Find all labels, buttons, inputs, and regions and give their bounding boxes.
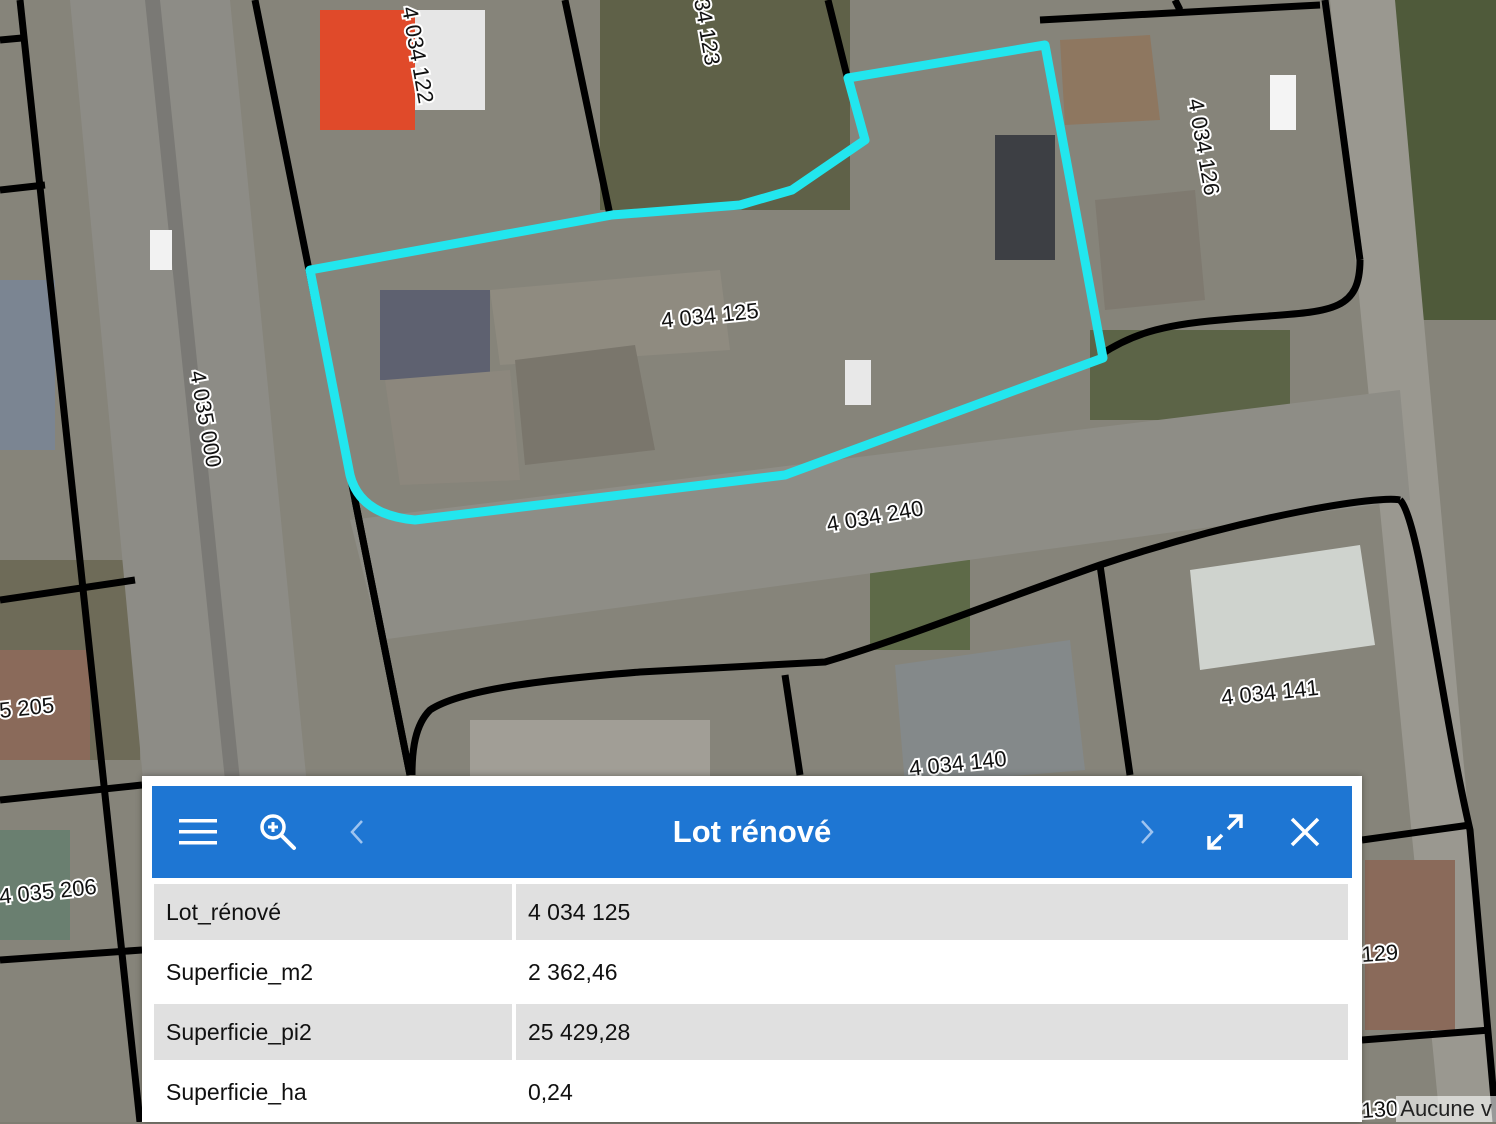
attribute-name: Superficie_ha [154, 1064, 516, 1120]
popup-header: Lot rénové [152, 786, 1352, 878]
table-row: Superficie_pi2 25 429,28 [154, 1004, 1348, 1060]
lot-label: 129 [1361, 939, 1399, 967]
chevron-left-icon [350, 820, 363, 844]
menu-button[interactable] [172, 786, 224, 878]
vehicle [845, 360, 871, 405]
close-icon [1290, 817, 1320, 847]
attribute-name: Lot_rénové [154, 884, 516, 940]
building [470, 720, 710, 780]
zoom-in-icon [260, 814, 296, 850]
zoom-to-button[interactable] [250, 786, 306, 878]
attribute-value: 0,24 [528, 1078, 573, 1105]
map-attribution: Aucune v [1396, 1096, 1496, 1122]
feature-popup: Lot rénové Lot_rénové 4 034 125 Superfic… [142, 776, 1362, 1122]
building-shadow [995, 135, 1055, 260]
building [0, 280, 55, 450]
building [1060, 35, 1160, 125]
table-row: Superficie_ha 0,24 [154, 1064, 1348, 1120]
expand-icon [1207, 814, 1243, 850]
attribute-name: Superficie_pi2 [154, 1004, 516, 1060]
vehicle [150, 230, 172, 270]
close-button[interactable] [1282, 786, 1328, 878]
attribute-value: 4 034 125 [516, 884, 1348, 940]
table-row: Superficie_m2 2 362,46 [154, 944, 1348, 1000]
table-row: Lot_rénové 4 034 125 [154, 884, 1348, 940]
building [380, 290, 490, 380]
vehicle [1270, 75, 1296, 130]
lot-label: 130 [1361, 1095, 1399, 1122]
hamburger-menu-icon [179, 819, 217, 845]
lawn-area [870, 560, 970, 650]
building [1095, 190, 1205, 310]
attribute-value: 25 429,28 [516, 1004, 1348, 1060]
next-feature-button[interactable] [1132, 786, 1162, 878]
popup-title: Lot rénové [672, 814, 832, 849]
attribute-name: Superficie_m2 [154, 944, 516, 1000]
chevron-right-icon [1141, 820, 1154, 844]
maximize-button[interactable] [1202, 786, 1248, 878]
building [515, 345, 655, 465]
previous-feature-button[interactable] [342, 786, 372, 878]
building [385, 370, 520, 485]
attribute-table: Lot_rénové 4 034 125 Superficie_m2 2 362… [154, 880, 1348, 1124]
attribute-value: 2 362,46 [528, 958, 618, 985]
